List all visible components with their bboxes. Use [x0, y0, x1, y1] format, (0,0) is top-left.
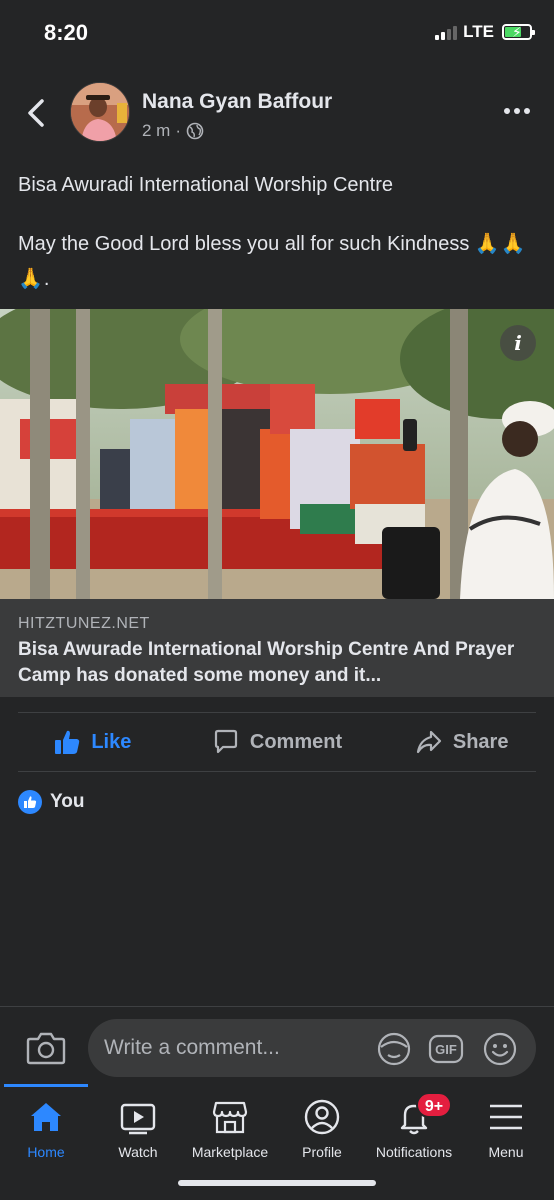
post-text: Bisa Awuradi International Worship Centr… [18, 168, 538, 321]
signal-icon [435, 24, 458, 40]
back-arrow-icon[interactable] [22, 96, 50, 130]
comment-placeholder: Write a comment... [104, 1036, 280, 1059]
nav-notifications[interactable]: 9+ Notifications [368, 1092, 460, 1160]
globe-icon [186, 122, 204, 140]
comment-input[interactable]: Write a comment... GIF [88, 1019, 536, 1077]
like-reaction-icon [18, 790, 42, 814]
info-icon[interactable]: i [500, 325, 536, 361]
link-preview[interactable]: HITZTUNEZ.NET Bisa Awurade International… [0, 599, 554, 697]
actions-bottom-divider [18, 771, 536, 772]
notification-badge: 9+ [416, 1092, 452, 1118]
status-indicators: LTE ⚡ [435, 22, 535, 42]
profile-icon [304, 1099, 340, 1135]
facebook-post-screen: 8:20 LTE ⚡ Nana Gyan Baffour 2 m · Bisa … [0, 0, 554, 1200]
avatar-sticker-icon[interactable] [376, 1031, 412, 1067]
nav-label: Home [27, 1144, 65, 1160]
home-indicator[interactable] [178, 1180, 376, 1186]
hamburger-menu-icon [490, 1104, 522, 1130]
like-button[interactable]: Like [0, 728, 185, 756]
camera-icon[interactable] [26, 1029, 66, 1067]
more-options-icon[interactable] [504, 108, 530, 114]
comment-button[interactable]: Comment [185, 728, 370, 756]
marketplace-icon [212, 1101, 248, 1134]
emoji-icon[interactable] [482, 1031, 518, 1067]
status-time: 8:20 [44, 20, 89, 45]
comment-bar: Write a comment... GIF [0, 1006, 554, 1086]
nav-home[interactable]: Home [0, 1098, 92, 1160]
reactions-label: You [50, 791, 85, 812]
share-label: Share [452, 730, 509, 753]
share-button[interactable]: Share [369, 728, 554, 756]
comment-icon [214, 729, 237, 754]
thumbs-up-icon [55, 730, 80, 754]
nav-menu[interactable]: Menu [460, 1098, 552, 1160]
post-time: 2 m [142, 121, 171, 140]
avatar-image [71, 83, 129, 141]
link-domain: HITZTUNEZ.NET [18, 615, 150, 632]
meta-separator: · [175, 121, 182, 140]
actions-top-divider [18, 712, 536, 713]
donation-photo [0, 309, 554, 599]
nav-profile[interactable]: Profile [276, 1098, 368, 1160]
nav-label: Watch [118, 1144, 158, 1160]
nav-marketplace[interactable]: Marketplace [184, 1098, 276, 1160]
post-text-line-2: May the Good Lord bless you all for such… [18, 233, 527, 290]
nav-label: Notifications [375, 1144, 453, 1160]
nav-watch[interactable]: Watch [92, 1098, 184, 1160]
post-meta: 2 m · [142, 121, 204, 141]
post-text-line-1: Bisa Awuradi International Worship Centr… [18, 174, 394, 196]
author-avatar[interactable] [70, 82, 130, 142]
network-label: LTE [463, 22, 494, 41]
post-actions: Like Comment Share [0, 714, 554, 770]
author-name[interactable]: Nana Gyan Baffour [142, 90, 332, 114]
link-title: Bisa Awurade International Worship Centr… [18, 639, 515, 686]
share-icon [416, 730, 441, 754]
nav-label: Marketplace [191, 1144, 269, 1160]
nav-label: Menu [488, 1144, 524, 1160]
reactions-summary[interactable]: You [18, 790, 84, 814]
active-tab-indicator [4, 1084, 88, 1087]
comment-label: Comment [249, 730, 343, 753]
svg-text:GIF: GIF [435, 1042, 457, 1057]
gif-icon[interactable]: GIF [428, 1031, 464, 1067]
home-icon [31, 1103, 61, 1131]
battery-icon: ⚡ [502, 24, 535, 40]
post-image[interactable]: i [0, 309, 554, 599]
like-label: Like [91, 730, 132, 753]
status-bar: 8:20 LTE ⚡ [0, 0, 554, 68]
watch-icon [120, 1103, 156, 1135]
nav-label: Profile [302, 1144, 342, 1160]
